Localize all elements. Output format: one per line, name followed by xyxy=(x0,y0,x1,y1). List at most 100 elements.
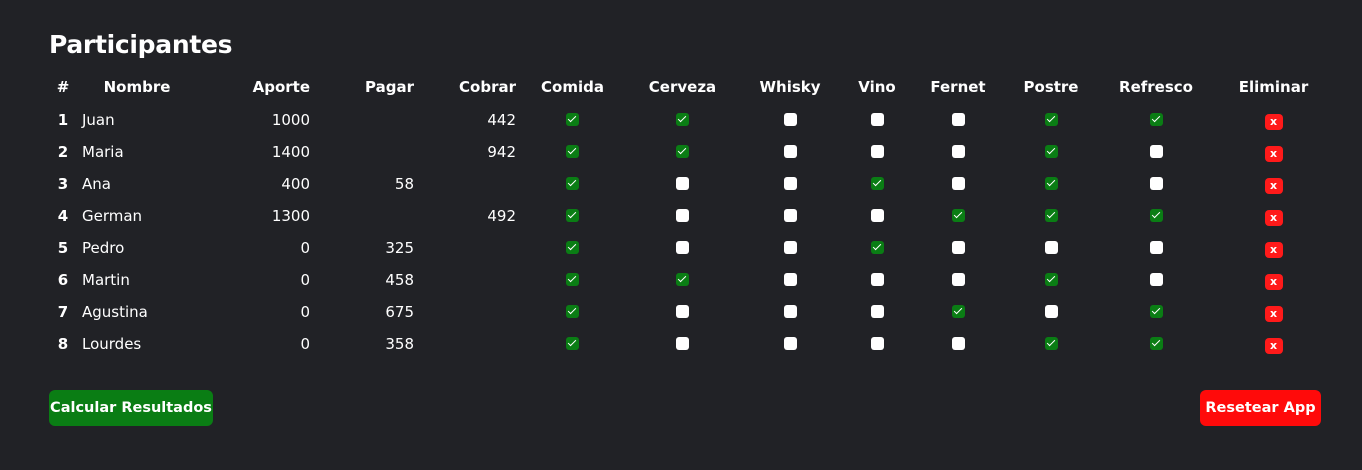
delete-participant-button[interactable]: x xyxy=(1264,306,1283,322)
fernet-checkbox[interactable] xyxy=(951,113,965,126)
vino-checkbox[interactable] xyxy=(870,209,884,222)
delete-participant-button[interactable]: x xyxy=(1264,114,1283,130)
vino-cell xyxy=(844,328,910,360)
refresco-checkbox[interactable] xyxy=(1149,145,1163,158)
postre-checkbox[interactable] xyxy=(1044,209,1058,222)
vino-cell xyxy=(844,168,910,200)
header-eliminar: Eliminar xyxy=(1238,78,1309,96)
fernet-checkbox[interactable] xyxy=(951,145,965,158)
cerveza-checkbox[interactable] xyxy=(676,177,689,190)
delete-cell: x xyxy=(1216,104,1331,136)
vino-checkbox[interactable] xyxy=(870,177,884,190)
vino-checkbox[interactable] xyxy=(870,113,884,126)
refresco-checkbox[interactable] xyxy=(1149,209,1163,222)
delete-participant-button[interactable]: x xyxy=(1264,178,1283,194)
calculate-results-button[interactable]: Calcular Resultados xyxy=(49,390,213,426)
refresco-checkbox[interactable] xyxy=(1149,337,1163,350)
vino-checkbox[interactable] xyxy=(870,145,884,158)
refresco-cell xyxy=(1096,104,1216,136)
postre-checkbox[interactable] xyxy=(1044,273,1058,286)
comida-checkbox[interactable] xyxy=(566,337,579,350)
fernet-checkbox[interactable] xyxy=(951,209,965,222)
whisky-checkbox[interactable] xyxy=(783,209,797,222)
aporte-value: 1300 xyxy=(271,207,310,225)
comida-checkbox[interactable] xyxy=(566,273,579,286)
refresco-checkbox[interactable] xyxy=(1149,305,1163,318)
refresco-checkbox[interactable] xyxy=(1149,113,1163,126)
header-whisky: Whisky xyxy=(759,78,821,96)
cerveza-checkbox[interactable] xyxy=(676,241,689,254)
delete-participant-button[interactable]: x xyxy=(1264,338,1283,354)
fernet-checkbox[interactable] xyxy=(951,273,965,286)
postre-checkbox[interactable] xyxy=(1044,241,1058,254)
delete-participant-button[interactable]: x xyxy=(1264,146,1283,162)
cobrar-value xyxy=(414,328,516,360)
fernet-checkbox[interactable] xyxy=(951,241,965,254)
fernet-checkbox[interactable] xyxy=(951,337,965,350)
header-pagar: Pagar xyxy=(365,78,414,96)
delete-cell: x xyxy=(1216,168,1331,200)
vino-cell xyxy=(844,296,910,328)
whisky-checkbox[interactable] xyxy=(783,337,797,350)
postre-cell xyxy=(1006,296,1096,328)
cerveza-checkbox[interactable] xyxy=(676,113,689,126)
cerveza-checkbox[interactable] xyxy=(676,273,689,286)
table-row: 8 Lourdes 0 358 x xyxy=(49,328,1331,360)
page-title: Participantes xyxy=(49,30,233,59)
fernet-cell xyxy=(910,296,1006,328)
reset-app-button[interactable]: Resetear App xyxy=(1200,390,1321,426)
vino-checkbox[interactable] xyxy=(870,273,884,286)
comida-cell xyxy=(516,104,629,136)
delete-participant-button[interactable]: x xyxy=(1264,274,1283,290)
vino-cell xyxy=(844,104,910,136)
comida-checkbox[interactable] xyxy=(566,145,579,158)
whisky-checkbox[interactable] xyxy=(783,145,797,158)
comida-checkbox[interactable] xyxy=(566,305,579,318)
refresco-cell xyxy=(1096,328,1216,360)
participant-name: Martin xyxy=(82,271,130,289)
cerveza-checkbox[interactable] xyxy=(676,145,689,158)
comida-checkbox[interactable] xyxy=(566,177,579,190)
pagar-value: 358 xyxy=(385,335,414,353)
cerveza-checkbox[interactable] xyxy=(676,305,689,318)
whisky-checkbox[interactable] xyxy=(783,177,797,190)
whisky-checkbox[interactable] xyxy=(783,305,797,318)
refresco-cell xyxy=(1096,168,1216,200)
fernet-checkbox[interactable] xyxy=(951,177,965,190)
table-row: 6 Martin 0 458 x xyxy=(49,264,1331,296)
delete-participant-button[interactable]: x xyxy=(1264,242,1283,258)
postre-checkbox[interactable] xyxy=(1044,305,1058,318)
refresco-checkbox[interactable] xyxy=(1149,177,1163,190)
vino-checkbox[interactable] xyxy=(870,241,884,254)
refresco-checkbox[interactable] xyxy=(1149,273,1163,286)
table-row: 2 Maria 1400 942 x xyxy=(49,136,1331,168)
whisky-checkbox[interactable] xyxy=(783,241,797,254)
comida-checkbox[interactable] xyxy=(566,113,579,126)
fernet-cell xyxy=(910,200,1006,232)
postre-checkbox[interactable] xyxy=(1044,145,1058,158)
comida-checkbox[interactable] xyxy=(566,209,579,222)
fernet-cell xyxy=(910,328,1006,360)
whisky-checkbox[interactable] xyxy=(783,273,797,286)
cerveza-checkbox[interactable] xyxy=(676,209,689,222)
refresco-checkbox[interactable] xyxy=(1149,241,1163,254)
postre-checkbox[interactable] xyxy=(1044,337,1058,350)
whisky-checkbox[interactable] xyxy=(783,113,797,126)
postre-checkbox[interactable] xyxy=(1044,177,1058,190)
cerveza-cell xyxy=(629,328,736,360)
cobrar-value: 492 xyxy=(487,207,516,225)
postre-checkbox[interactable] xyxy=(1044,113,1058,126)
postre-cell xyxy=(1006,264,1096,296)
cobrar-value xyxy=(414,168,516,200)
comida-checkbox[interactable] xyxy=(566,241,579,254)
vino-checkbox[interactable] xyxy=(870,337,884,350)
vino-checkbox[interactable] xyxy=(870,305,884,318)
aporte-value: 0 xyxy=(300,239,310,257)
aporte-value: 1000 xyxy=(271,111,310,129)
header-cerveza: Cerveza xyxy=(648,78,717,96)
cerveza-checkbox[interactable] xyxy=(676,337,689,350)
delete-participant-button[interactable]: x xyxy=(1264,210,1283,226)
fernet-checkbox[interactable] xyxy=(951,305,965,318)
row-index: 2 xyxy=(57,143,69,161)
cerveza-cell xyxy=(629,264,736,296)
